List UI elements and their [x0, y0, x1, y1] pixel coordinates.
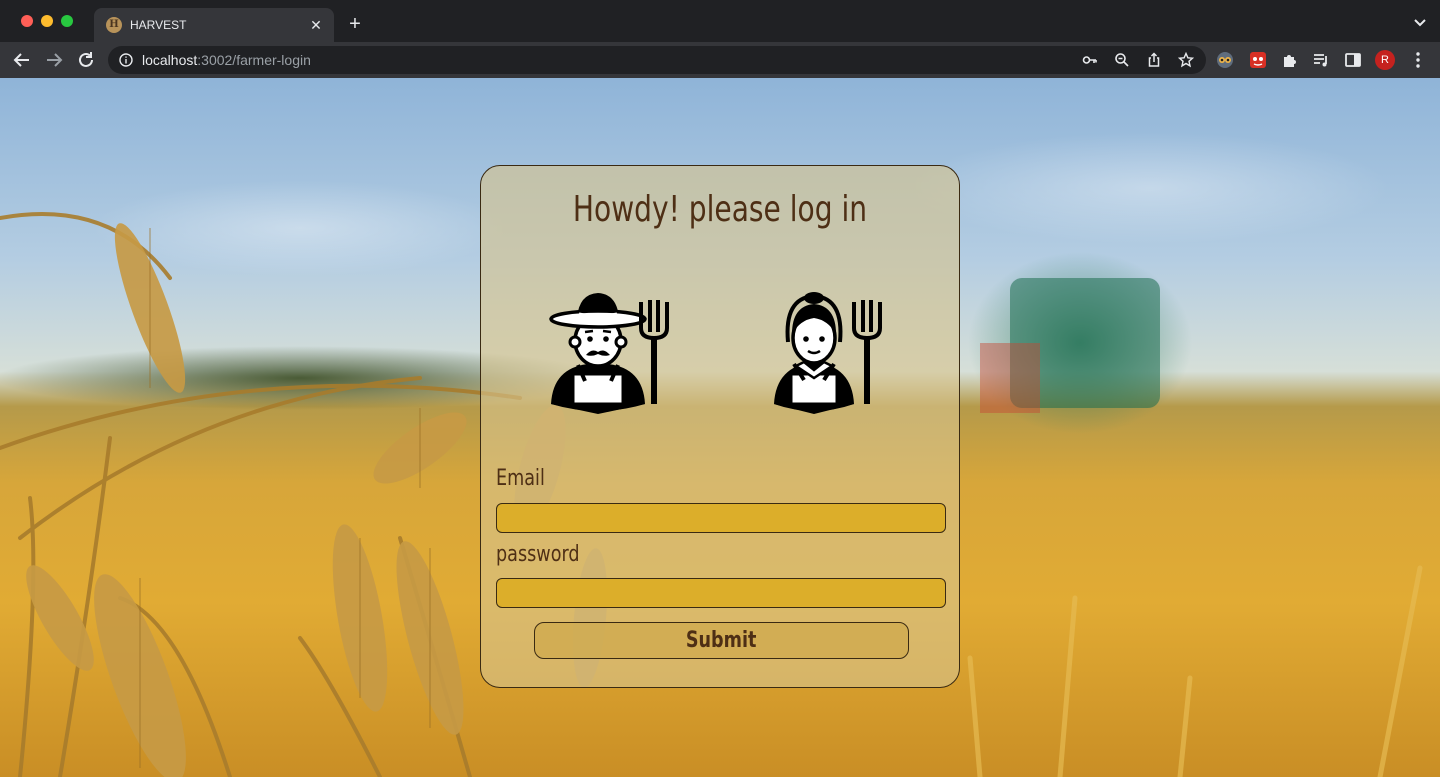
url-text: localhost:3002/farmer-login: [142, 52, 311, 68]
page-title: Howdy! please log in: [572, 189, 868, 230]
password-label: password: [496, 542, 580, 567]
extension-red-icon[interactable]: [1249, 51, 1267, 69]
maximize-window-button[interactable]: [61, 15, 73, 27]
tab-harvest[interactable]: H HARVEST ✕: [94, 8, 334, 42]
url-host: localhost: [142, 52, 198, 68]
harvest-favicon-icon: H: [106, 17, 122, 33]
new-tab-button[interactable]: +: [344, 13, 366, 35]
tab-strip: H HARVEST ✕ +: [0, 0, 1440, 42]
login-card: Howdy! please log in Email password Subm…: [480, 165, 960, 688]
email-label: Email: [496, 466, 545, 491]
tab-title: HARVEST: [130, 18, 187, 32]
side-panel-icon[interactable]: [1344, 51, 1362, 69]
close-tab-icon[interactable]: ✕: [306, 15, 326, 35]
email-field[interactable]: [496, 503, 946, 533]
farmer-woman-icon: [774, 292, 882, 414]
close-window-button[interactable]: [21, 15, 33, 27]
minimize-window-button[interactable]: [41, 15, 53, 27]
arrow-left-icon[interactable]: [12, 50, 32, 70]
kebab-menu-icon[interactable]: [1410, 50, 1426, 70]
chevron-down-icon[interactable]: [1412, 14, 1428, 30]
arrow-right-icon[interactable]: [44, 50, 64, 70]
zoom-out-icon[interactable]: [1114, 52, 1130, 68]
info-icon[interactable]: [119, 53, 133, 67]
submit-button[interactable]: Submit: [534, 622, 909, 659]
submit-button-label: Submit: [686, 628, 757, 653]
star-icon[interactable]: [1178, 52, 1194, 68]
key-icon[interactable]: [1082, 52, 1098, 68]
media-playlist-icon[interactable]: [1312, 51, 1330, 69]
browser-window: H HARVEST ✕ + localhost:3002/farmer-logi…: [0, 0, 1440, 777]
profile-avatar[interactable]: R: [1375, 50, 1395, 70]
address-bar[interactable]: localhost:3002/farmer-login: [108, 46, 1206, 74]
puzzle-icon[interactable]: [1281, 51, 1299, 69]
share-icon[interactable]: [1146, 52, 1162, 68]
reload-icon[interactable]: [76, 50, 96, 70]
browser-toolbar: localhost:3002/farmer-login R: [0, 42, 1440, 78]
extension-eyes-icon[interactable]: [1216, 51, 1234, 69]
farmer-man-icon: [549, 293, 669, 414]
url-path: :3002/farmer-login: [197, 52, 311, 68]
page-viewport: Howdy! please log in Email password Subm…: [0, 78, 1440, 777]
password-field[interactable]: [496, 578, 946, 608]
